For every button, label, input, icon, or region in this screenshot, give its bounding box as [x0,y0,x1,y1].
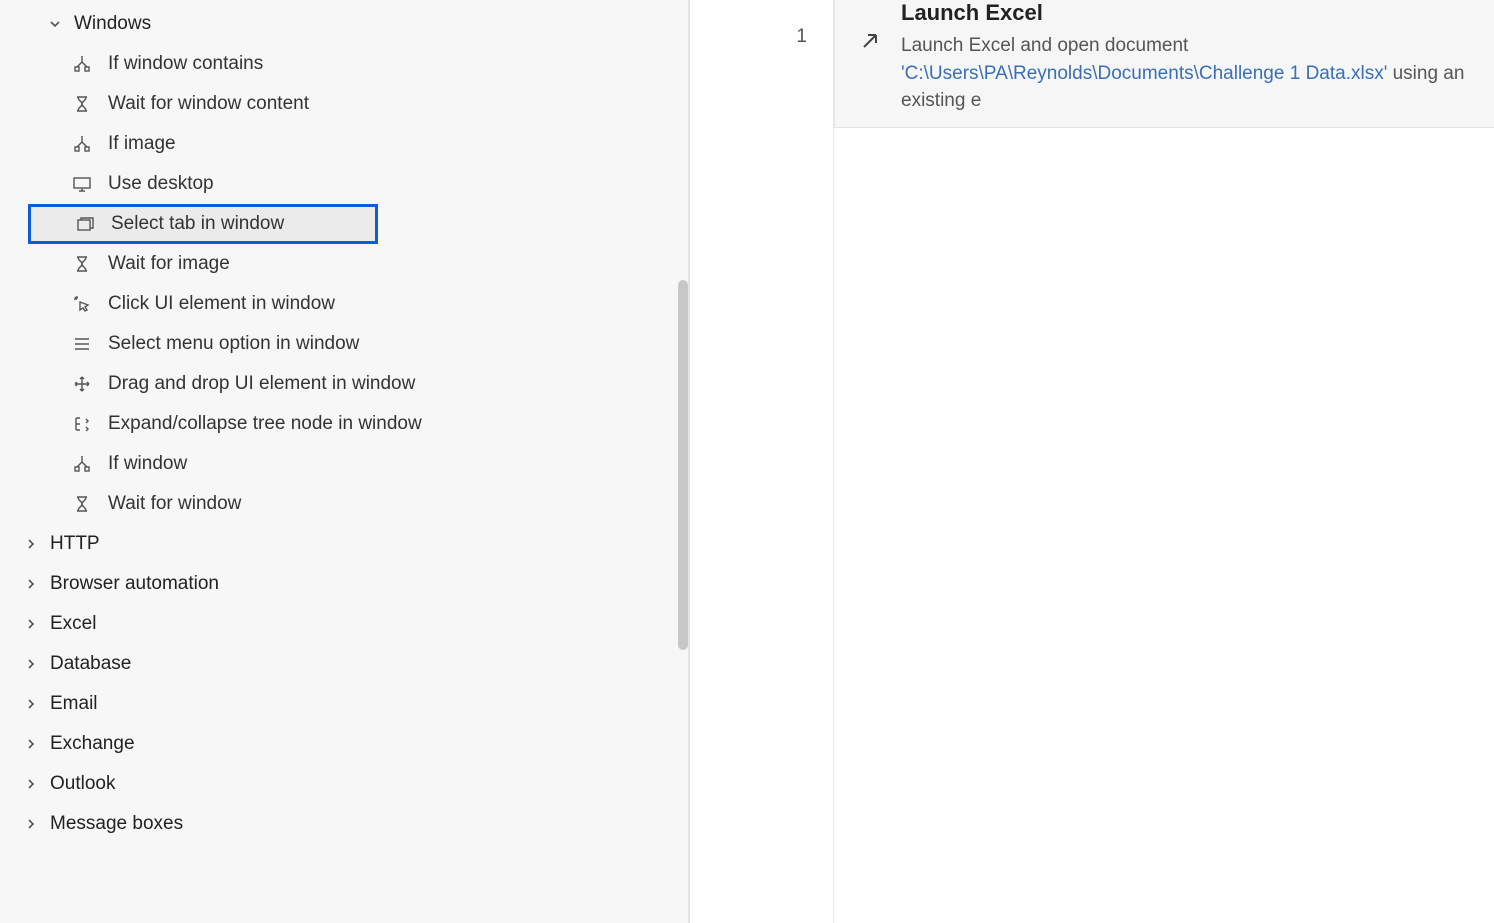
group-label: Email [50,693,98,715]
action-label: If window contains [108,53,263,75]
sidebar-scrollbar[interactable] [678,280,688,650]
action-if-window[interactable]: If window [0,444,688,484]
group-excel[interactable]: Excel [0,604,688,644]
chevron-right-icon [22,658,40,670]
group-label: Outlook [50,773,115,795]
group-windows[interactable]: Windows [0,4,688,44]
chevron-right-icon [22,618,40,630]
group-message-boxes[interactable]: Message boxes [0,804,688,844]
chevron-right-icon [22,698,40,710]
step-description: Launch Excel and open document 'C:\Users… [901,32,1494,115]
chevron-right-icon [22,818,40,830]
group-label: Message boxes [50,813,183,835]
flow-step-launch-excel[interactable]: Launch Excel Launch Excel and open docum… [834,0,1494,128]
action-if-image[interactable]: If image [0,124,688,164]
group-exchange[interactable]: Exchange [0,724,688,764]
action-use-desktop[interactable]: Use desktop [0,164,688,204]
actions-tree: Windows If window contains Wait for wind… [0,0,688,844]
action-label: If window [108,453,187,475]
group-http[interactable]: HTTP [0,524,688,564]
action-wait-window-content[interactable]: Wait for window content [0,84,688,124]
group-email[interactable]: Email [0,684,688,724]
group-label: Exchange [50,733,135,755]
action-drag-drop-ui[interactable]: Drag and drop UI element in window [0,364,688,404]
action-select-menu-option[interactable]: Select menu option in window [0,324,688,364]
branch-icon [70,132,94,156]
actions-pane: Windows If window contains Wait for wind… [0,0,690,923]
chevron-right-icon [22,578,40,590]
action-click-ui-element[interactable]: Click UI element in window [0,284,688,324]
group-label: Windows [74,13,151,35]
action-label: Click UI element in window [108,293,335,315]
desktop-icon [70,172,94,196]
chevron-down-icon [46,18,64,30]
action-label: Drag and drop UI element in window [108,373,415,395]
chevron-right-icon [22,538,40,550]
launch-icon [853,24,887,58]
line-gutter: 1 [690,0,834,923]
action-wait-for-window[interactable]: Wait for window [0,484,688,524]
step-path: 'C:\Users\PA\Reynolds\Documents\Challeng… [901,63,1387,84]
group-outlook[interactable]: Outlook [0,764,688,804]
action-label: Wait for window [108,493,241,515]
chevron-right-icon [22,778,40,790]
tabs-icon [73,212,97,236]
step-body: Launch Excel Launch Excel and open docum… [901,0,1494,115]
line-number: 1 [690,26,807,48]
group-label: HTTP [50,533,100,555]
action-label: Use desktop [108,173,214,195]
action-label: If image [108,133,176,155]
action-expand-collapse-tree[interactable]: Expand/collapse tree node in window [0,404,688,444]
flow-steps: Launch Excel Launch Excel and open docum… [834,0,1494,923]
tree-icon [70,412,94,436]
drag-icon [70,372,94,396]
click-icon [70,292,94,316]
hourglass-icon [70,92,94,116]
action-label: Wait for window content [108,93,309,115]
group-label: Database [50,653,131,675]
branch-icon [70,52,94,76]
group-database[interactable]: Database [0,644,688,684]
action-select-tab-in-window[interactable]: Select tab in window [28,204,378,244]
hourglass-icon [70,252,94,276]
action-wait-for-image[interactable]: Wait for image [0,244,688,284]
flow-canvas: 1 Launch Excel Launch Excel and open doc… [690,0,1494,923]
action-label: Expand/collapse tree node in window [108,413,422,435]
action-label: Select menu option in window [108,333,359,355]
step-desc-pre: Launch Excel and open document [901,35,1188,56]
step-title: Launch Excel [901,0,1494,26]
hourglass-icon [70,492,94,516]
action-if-window-contains[interactable]: If window contains [0,44,688,84]
chevron-right-icon [22,738,40,750]
menu-icon [70,332,94,356]
group-browser-automation[interactable]: Browser automation [0,564,688,604]
group-label: Browser automation [50,573,219,595]
branch-icon [70,452,94,476]
action-label: Select tab in window [111,213,284,235]
action-label: Wait for image [108,253,230,275]
group-label: Excel [50,613,96,635]
